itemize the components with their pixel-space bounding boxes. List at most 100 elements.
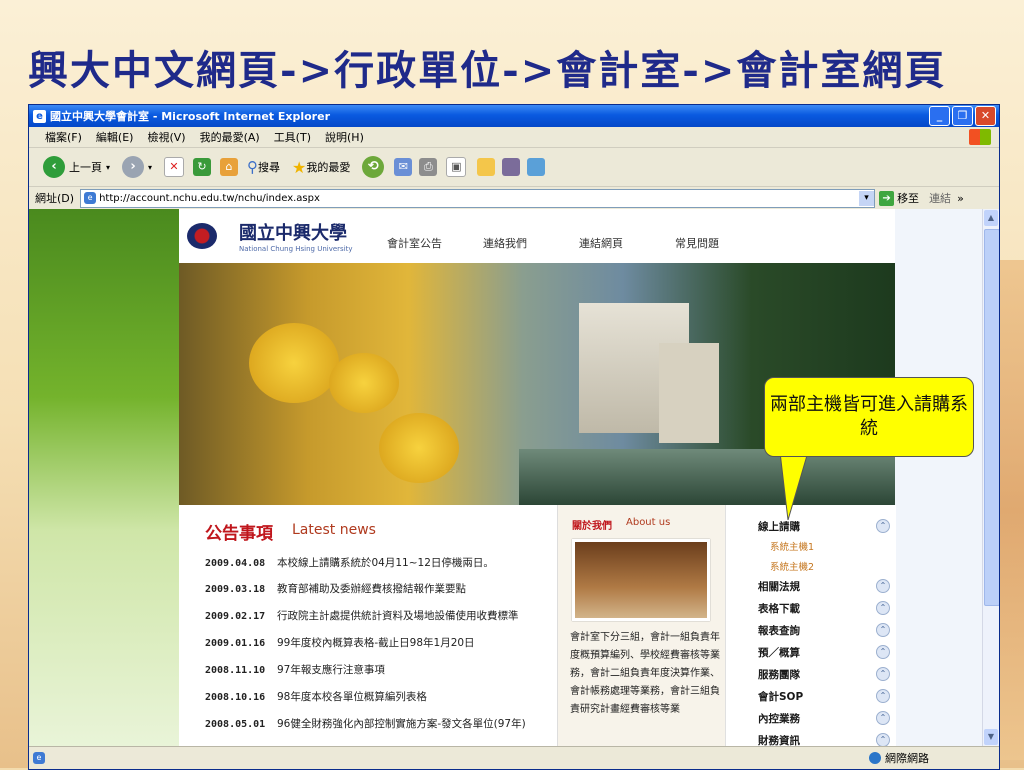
search-label: 搜尋 xyxy=(258,161,281,174)
back-dropdown-icon[interactable]: ▾ xyxy=(106,163,110,172)
side-subitem-server2[interactable]: 系統主機2 xyxy=(770,559,814,573)
links-button[interactable]: 連結 xyxy=(929,190,951,206)
page-icon: e xyxy=(84,192,97,204)
news-link[interactable]: 99年度校內概算表格-截止日98年1月20日 xyxy=(277,637,475,649)
status-bar: e 網際網路 xyxy=(29,746,999,769)
windows-logo-icon xyxy=(969,129,991,145)
collapse-icon[interactable]: ⌃ xyxy=(876,601,890,615)
edit-icon[interactable]: ▣ xyxy=(446,157,467,177)
news-date: 2009.03.18 xyxy=(205,584,266,595)
slide-title: 興大中文網頁->行政單位->會計室->會計室網頁 xyxy=(28,47,947,94)
collapse-icon[interactable]: ⌃ xyxy=(876,645,890,659)
leaves-background xyxy=(29,209,179,746)
security-zone: 網際網路 xyxy=(869,750,929,766)
collapse-icon[interactable]: ⌃ xyxy=(876,579,890,593)
print-icon[interactable]: ⎙ xyxy=(419,158,438,176)
address-dropdown-icon[interactable]: ▾ xyxy=(859,190,875,206)
collapse-icon[interactable]: ⌃ xyxy=(876,711,890,725)
address-url: http://account.nchu.edu.tw/nchu/index.as… xyxy=(99,192,320,204)
news-link[interactable]: 本校線上請購系統於04月11~12日停機兩日。 xyxy=(277,557,494,569)
hero-pond xyxy=(519,449,895,505)
hero-flower xyxy=(329,353,399,413)
home-icon[interactable]: ⌂ xyxy=(220,158,239,176)
research-icon[interactable] xyxy=(502,158,521,176)
forward-dropdown-icon[interactable]: ▾ xyxy=(148,163,152,172)
menu-view[interactable]: 檢視(V) xyxy=(147,129,185,145)
page-status-icon: e xyxy=(33,752,45,764)
side-item-regulations[interactable]: 相關法規 xyxy=(758,579,800,594)
side-item-reports[interactable]: 報表查詢 xyxy=(758,623,800,638)
scroll-up-icon[interactable]: ▲ xyxy=(984,210,998,226)
collapse-icon[interactable]: ⌃ xyxy=(876,623,890,637)
news-item[interactable]: 2008.05.01 96健全財務強化內部控制實施方案-發文各單位(97年) xyxy=(205,716,526,731)
side-item-sop[interactable]: 會計SOP xyxy=(758,689,803,704)
stop-icon[interactable]: ✕ xyxy=(164,157,185,177)
back-button[interactable]: ‹ 上一頁 ▾ xyxy=(43,156,110,178)
side-subitem-server1[interactable]: 系統主機1 xyxy=(770,539,814,553)
news-item[interactable]: 2009.02.17 行政院主計處提供統計資料及場地設備使用收費標準 xyxy=(205,608,519,623)
nav-contact[interactable]: 連絡我們 xyxy=(483,235,527,251)
favorites-button[interactable]: ★ 我的最愛 xyxy=(292,158,350,177)
scroll-down-icon[interactable]: ▼ xyxy=(984,729,998,745)
nav-faq[interactable]: 常見問題 xyxy=(675,235,719,251)
hero-flower xyxy=(249,323,339,403)
close-button[interactable]: ✕ xyxy=(975,106,996,126)
nav-announcements[interactable]: 會計室公告 xyxy=(387,235,442,251)
news-link[interactable]: 97年報支應行注意事項 xyxy=(277,664,385,676)
go-button[interactable]: ➔ 移至 xyxy=(879,190,919,206)
side-item-forms[interactable]: 表格下載 xyxy=(758,601,800,616)
messenger-icon[interactable] xyxy=(527,158,546,176)
collapse-icon[interactable]: ⌃ xyxy=(876,733,890,746)
title-bar[interactable]: e 國立中興大學會計室 - Microsoft Internet Explore… xyxy=(29,105,999,127)
vertical-scrollbar[interactable]: ▲ ▼ xyxy=(982,209,999,746)
news-date: 2008.10.16 xyxy=(205,692,266,703)
address-input[interactable]: e http://account.nchu.edu.tw/nchu/index.… xyxy=(80,188,876,208)
university-logo-icon[interactable] xyxy=(187,223,217,249)
maximize-button[interactable]: ❐ xyxy=(952,106,973,126)
side-item-budget[interactable]: 預／概算 xyxy=(758,645,800,660)
news-date: 2009.01.16 xyxy=(205,638,266,649)
links-expand-icon[interactable]: » xyxy=(957,192,964,205)
news-date: 2009.02.17 xyxy=(205,611,266,622)
menu-edit[interactable]: 編輯(E) xyxy=(96,129,134,145)
news-link[interactable]: 98年度本校各單位概算編列表格 xyxy=(277,691,427,703)
menu-favorites[interactable]: 我的最愛(A) xyxy=(200,129,260,145)
about-subtitle: About us xyxy=(626,517,671,528)
address-bar: 網址(D) e http://account.nchu.edu.tw/nchu/… xyxy=(29,187,999,210)
site-header: 國立中興大學 National Chung Hsing University 會… xyxy=(179,209,895,263)
menu-help[interactable]: 說明(H) xyxy=(325,129,364,145)
side-item-finance-info[interactable]: 財務資訊 xyxy=(758,733,800,746)
collapse-icon[interactable]: ⌃ xyxy=(876,667,890,681)
menu-file[interactable]: 檔案(F) xyxy=(45,129,82,145)
mail-icon[interactable]: ✉ xyxy=(394,158,413,176)
news-item[interactable]: 2009.01.16 99年度校內概算表格-截止日98年1月20日 xyxy=(205,635,475,650)
news-link[interactable]: 行政院主計處提供統計資料及場地設備使用收費標準 xyxy=(277,610,519,622)
news-item[interactable]: 2008.10.16 98年度本校各單位概算編列表格 xyxy=(205,689,427,704)
menu-tools[interactable]: 工具(T) xyxy=(274,129,311,145)
news-item[interactable]: 2008.11.10 97年報支應行注意事項 xyxy=(205,662,385,677)
university-logo-subtitle: National Chung Hsing University xyxy=(239,245,353,253)
news-date: 2008.11.10 xyxy=(205,665,266,676)
news-link[interactable]: 教育部補助及委辦經費核撥結報作業要點 xyxy=(277,583,466,595)
go-label: 移至 xyxy=(897,192,920,205)
folder-icon[interactable] xyxy=(477,158,496,176)
side-item-internal-control[interactable]: 內控業務 xyxy=(758,711,800,726)
side-menu: 線上請購 ⌃ 系統主機1 系統主機2 相關法規 ⌃ 表格下載 ⌃ 報表查詢 ⌃ … xyxy=(725,505,896,746)
nav-links[interactable]: 連結網頁 xyxy=(579,235,623,251)
news-date: 2009.04.08 xyxy=(205,558,266,569)
collapse-icon[interactable]: ⌃ xyxy=(876,519,890,533)
collapse-icon[interactable]: ⌃ xyxy=(876,689,890,703)
forward-button[interactable]: › ▾ xyxy=(122,156,152,178)
right-background xyxy=(895,209,983,746)
minimize-button[interactable]: _ xyxy=(929,106,950,126)
history-icon[interactable]: ⟲ xyxy=(362,156,385,178)
side-item-team[interactable]: 服務團隊 xyxy=(758,667,800,682)
search-button[interactable]: ⚲ 搜尋 xyxy=(247,158,280,176)
news-item[interactable]: 2009.03.18 教育部補助及委辦經費核撥結報作業要點 xyxy=(205,581,466,596)
news-item[interactable]: 2009.04.08 本校線上請購系統於04月11~12日停機兩日。 xyxy=(205,555,494,570)
news-section: 公告事項 Latest news 2009.04.08 本校線上請購系統於04月1… xyxy=(179,505,557,746)
university-logo-text[interactable]: 國立中興大學 xyxy=(239,219,347,245)
news-link[interactable]: 96健全財務強化內部控制實施方案-發文各單位(97年) xyxy=(277,718,526,730)
refresh-icon[interactable]: ↻ xyxy=(193,158,212,176)
scroll-thumb[interactable] xyxy=(984,229,999,606)
